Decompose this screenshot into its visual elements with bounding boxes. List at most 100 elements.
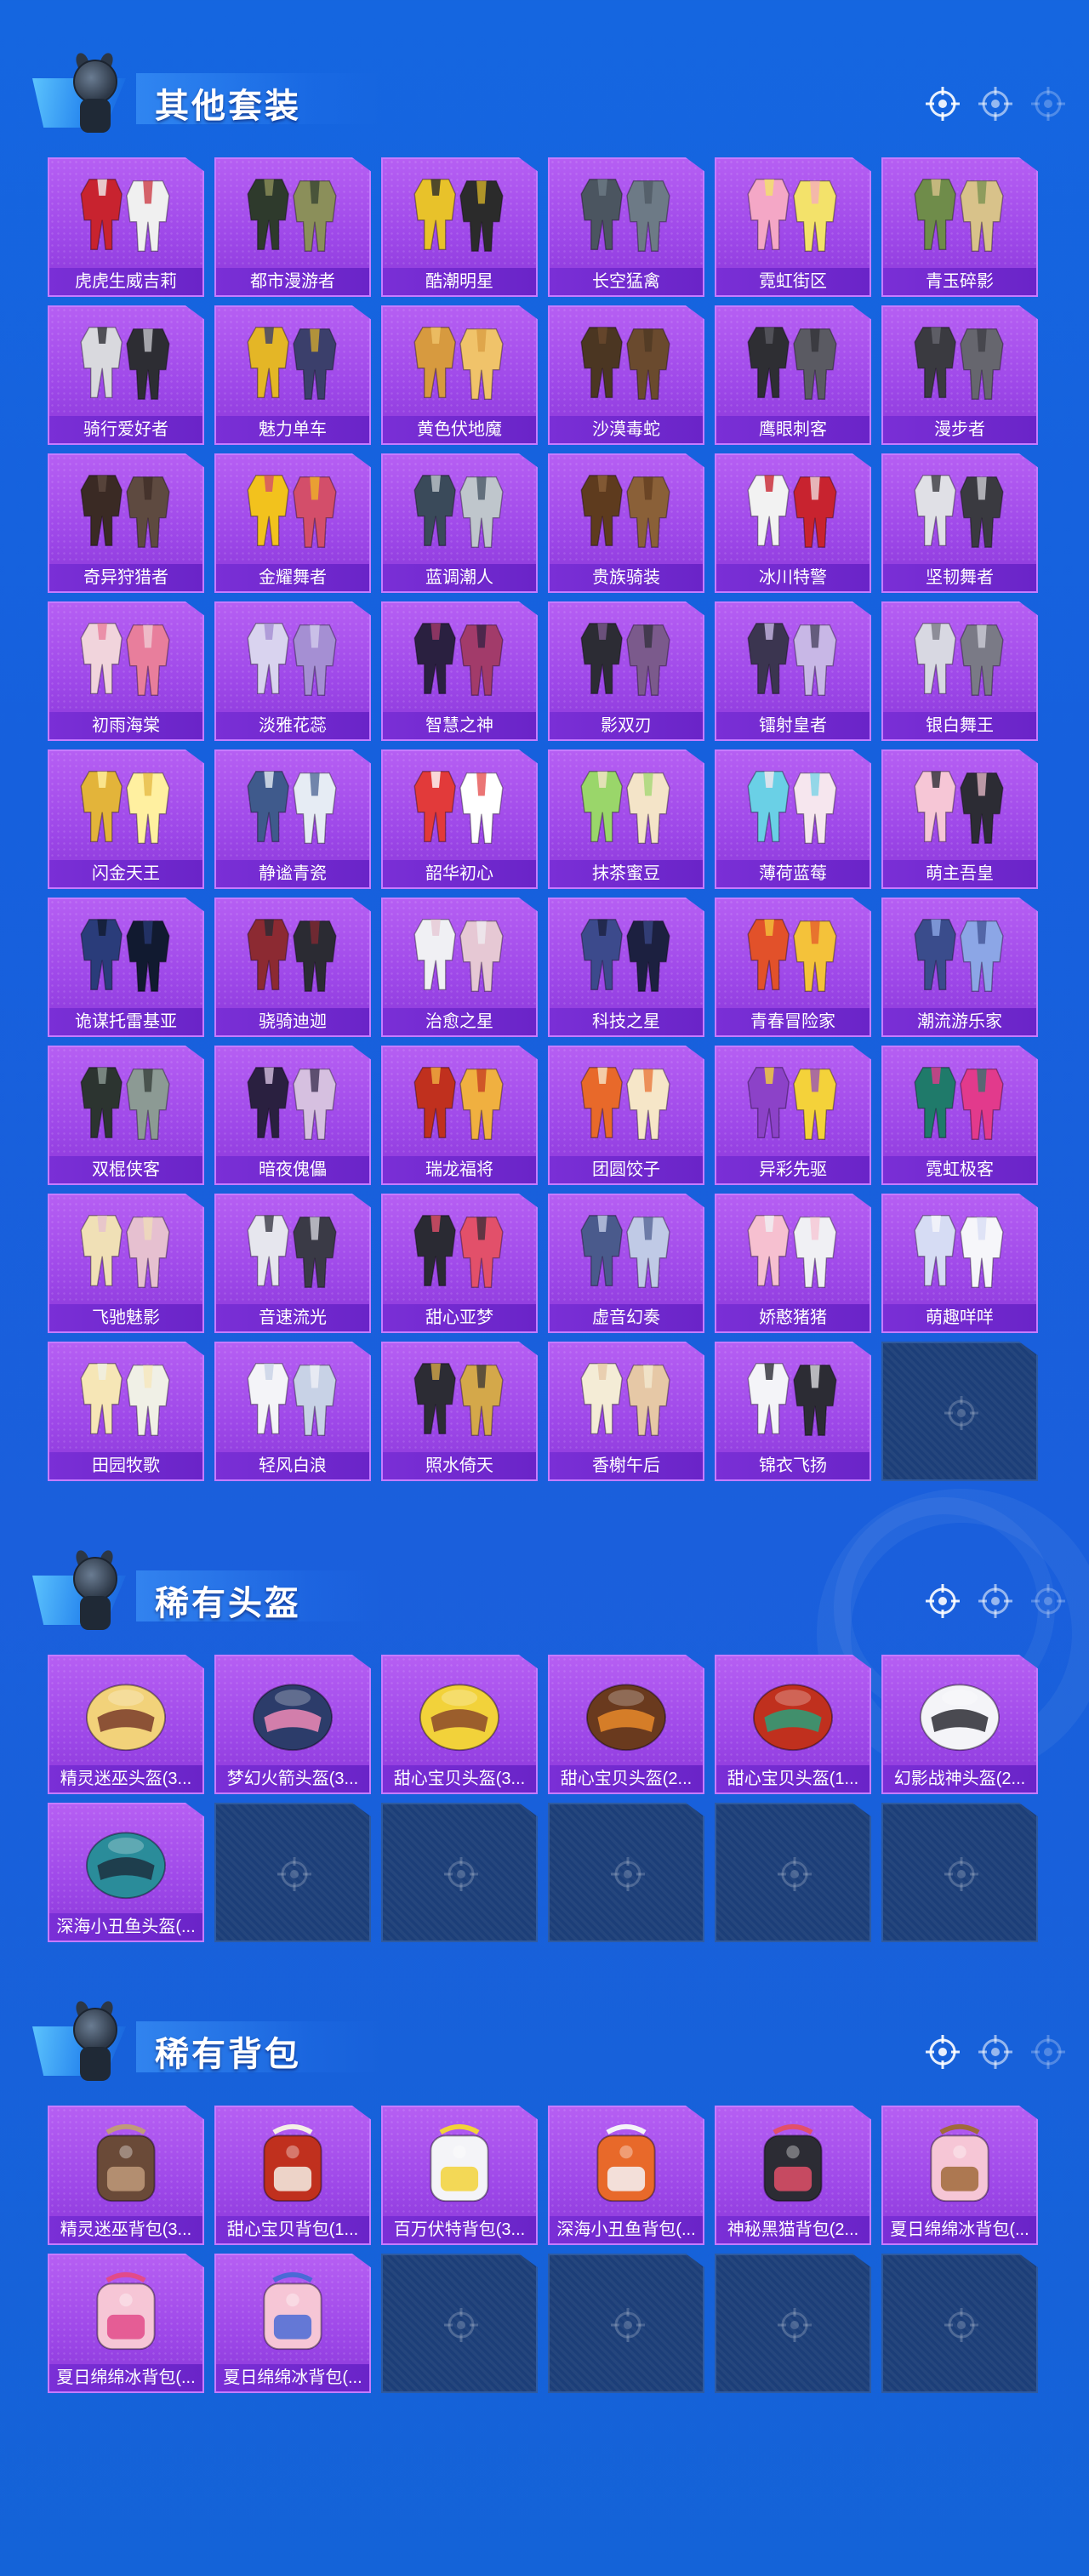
target-icon: [943, 1855, 980, 1893]
outfit-card[interactable]: 瑞龙福将: [381, 1046, 538, 1185]
outfit-card[interactable]: 霓虹极客: [881, 1046, 1038, 1185]
outfit-card[interactable]: 田园牧歌: [48, 1342, 204, 1481]
backpack-card[interactable]: 深海小丑鱼背包(...: [548, 2106, 704, 2245]
outfit-card[interactable]: 金耀舞者: [214, 453, 371, 593]
outfit-card[interactable]: 薄荷蓝莓: [715, 749, 871, 889]
outfit-card[interactable]: 青玉碎影: [881, 157, 1038, 297]
helmet-card[interactable]: 精灵迷巫头盔(3...: [48, 1655, 204, 1794]
outfit-card[interactable]: 贵族骑装: [548, 453, 704, 593]
helmet-card[interactable]: 甜心宝贝头盔(1...: [715, 1655, 871, 1794]
backpack-image: [565, 2117, 687, 2209]
outfit-card[interactable]: 漫步者: [881, 305, 1038, 445]
outfit-image: [732, 613, 854, 705]
outfit-image: [231, 1057, 354, 1149]
outfit-card[interactable]: 虎虎生威吉莉: [48, 157, 204, 297]
outfit-name: 骑行爱好者: [49, 416, 202, 443]
backpack-card[interactable]: 夏日绵绵冰背包(...: [214, 2254, 371, 2393]
target-icon: [776, 2306, 813, 2344]
outfit-name: 智慧之神: [383, 712, 536, 739]
target-icon: [924, 1582, 961, 1620]
helmet-card[interactable]: 梦幻火箭头盔(3...: [214, 1655, 371, 1794]
outfit-card[interactable]: 闪金天王: [48, 749, 204, 889]
outfit-card[interactable]: 霓虹街区: [715, 157, 871, 297]
outfit-card[interactable]: 飞驰魅影: [48, 1194, 204, 1333]
outfit-card[interactable]: 暗夜傀儡: [214, 1046, 371, 1185]
backpack-card[interactable]: 夏日绵绵冰背包(...: [881, 2106, 1038, 2245]
helmet-card[interactable]: 甜心宝贝头盔(3...: [381, 1655, 538, 1794]
empty-slot: [548, 1803, 704, 1942]
outfit-card[interactable]: 香榭午后: [548, 1342, 704, 1481]
outfit-card[interactable]: 萌趣咩咩: [881, 1194, 1038, 1333]
outfit-name: 香榭午后: [550, 1452, 703, 1479]
outfit-card[interactable]: 诡谋托雷基亚: [48, 898, 204, 1037]
outfit-name: 魅力单车: [216, 416, 369, 443]
empty-slot: [715, 1803, 871, 1942]
outfit-card[interactable]: 都市漫游者: [214, 157, 371, 297]
outfit-card[interactable]: 轻风白浪: [214, 1342, 371, 1481]
backpack-card[interactable]: 精灵迷巫背包(3...: [48, 2106, 204, 2245]
outfit-card[interactable]: 长空猛禽: [548, 157, 704, 297]
outfit-card[interactable]: 潮流游乐家: [881, 898, 1038, 1037]
outfit-card[interactable]: 骑行爱好者: [48, 305, 204, 445]
outfit-card[interactable]: 银白舞王: [881, 601, 1038, 741]
outfit-image: [398, 909, 521, 1001]
outfit-image: [732, 465, 854, 557]
outfit-card[interactable]: 照水倚天: [381, 1342, 538, 1481]
outfit-card[interactable]: 鹰眼刺客: [715, 305, 871, 445]
outfit-name: 闪金天王: [49, 860, 202, 887]
outfit-card[interactable]: 娇憨猪猪: [715, 1194, 871, 1333]
section-title: 其他套装: [155, 88, 301, 125]
helmet-card[interactable]: 幻影战神头盔(2...: [881, 1655, 1038, 1794]
outfit-name: 霓虹街区: [716, 268, 869, 295]
outfit-card[interactable]: 淡雅花蕊: [214, 601, 371, 741]
outfit-card[interactable]: 镭射皇者: [715, 601, 871, 741]
helmet-image: [231, 1667, 354, 1758]
empty-slot: [715, 2254, 871, 2393]
backpack-card[interactable]: 夏日绵绵冰背包(...: [48, 2254, 204, 2393]
outfit-image: [732, 169, 854, 261]
outfit-card[interactable]: 智慧之神: [381, 601, 538, 741]
outfit-card[interactable]: 初雨海棠: [48, 601, 204, 741]
outfit-card[interactable]: 双棍侠客: [48, 1046, 204, 1185]
outfit-name: 音速流光: [216, 1304, 369, 1331]
outfit-card[interactable]: 治愈之星: [381, 898, 538, 1037]
outfit-image: [732, 317, 854, 409]
empty-slot: [881, 1342, 1038, 1481]
section-rare-helmets: 稀有头盔 精灵迷巫头盔(3... 梦幻火箭头盔(3... 甜心宝贝头盔(3... 甜心宝…: [0, 1531, 1089, 1942]
outfit-image: [898, 465, 1021, 557]
backpack-card[interactable]: 甜心宝贝背包(1...: [214, 2106, 371, 2245]
outfit-card[interactable]: 锦衣飞扬: [715, 1342, 871, 1481]
outfit-card[interactable]: 黄色伏地魔: [381, 305, 538, 445]
outfit-card[interactable]: 甜心亚梦: [381, 1194, 538, 1333]
section-header: 稀有头盔: [0, 1531, 1089, 1642]
outfit-card[interactable]: 韶华初心: [381, 749, 538, 889]
outfit-card[interactable]: 影双刃: [548, 601, 704, 741]
outfit-card[interactable]: 团圆饺子: [548, 1046, 704, 1185]
outfit-card[interactable]: 蓝调潮人: [381, 453, 538, 593]
backpack-card[interactable]: 神秘黑猫背包(2...: [715, 2106, 871, 2245]
outfit-card[interactable]: 萌主吾皇: [881, 749, 1038, 889]
outfit-card[interactable]: 科技之星: [548, 898, 704, 1037]
outfit-name: 青春冒险家: [716, 1008, 869, 1035]
backpack-card[interactable]: 百万伏特背包(3...: [381, 2106, 538, 2245]
outfit-card[interactable]: 奇异狩猎者: [48, 453, 204, 593]
outfit-image: [732, 1354, 854, 1445]
outfit-card[interactable]: 坚韧舞者: [881, 453, 1038, 593]
outfit-card[interactable]: 酷潮明星: [381, 157, 538, 297]
outfit-card[interactable]: 虚音幻奏: [548, 1194, 704, 1333]
outfit-card[interactable]: 青春冒险家: [715, 898, 871, 1037]
helmet-card[interactable]: 甜心宝贝头盔(2...: [548, 1655, 704, 1794]
outfit-card[interactable]: 冰川特警: [715, 453, 871, 593]
outfit-card[interactable]: 异彩先驱: [715, 1046, 871, 1185]
outfit-card[interactable]: 魅力单车: [214, 305, 371, 445]
empty-slot: [214, 1803, 371, 1942]
outfit-image: [565, 613, 687, 705]
helmet-card[interactable]: 深海小丑鱼头盔(...: [48, 1803, 204, 1942]
outfit-card[interactable]: 音速流光: [214, 1194, 371, 1333]
outfit-card[interactable]: 静谧青瓷: [214, 749, 371, 889]
outfit-card[interactable]: 沙漠毒蛇: [548, 305, 704, 445]
outfit-card[interactable]: 抹茶蜜豆: [548, 749, 704, 889]
outfit-card[interactable]: 骁骑迪迦: [214, 898, 371, 1037]
outfit-image: [898, 317, 1021, 409]
outfit-name: 暗夜傀儡: [216, 1156, 369, 1183]
